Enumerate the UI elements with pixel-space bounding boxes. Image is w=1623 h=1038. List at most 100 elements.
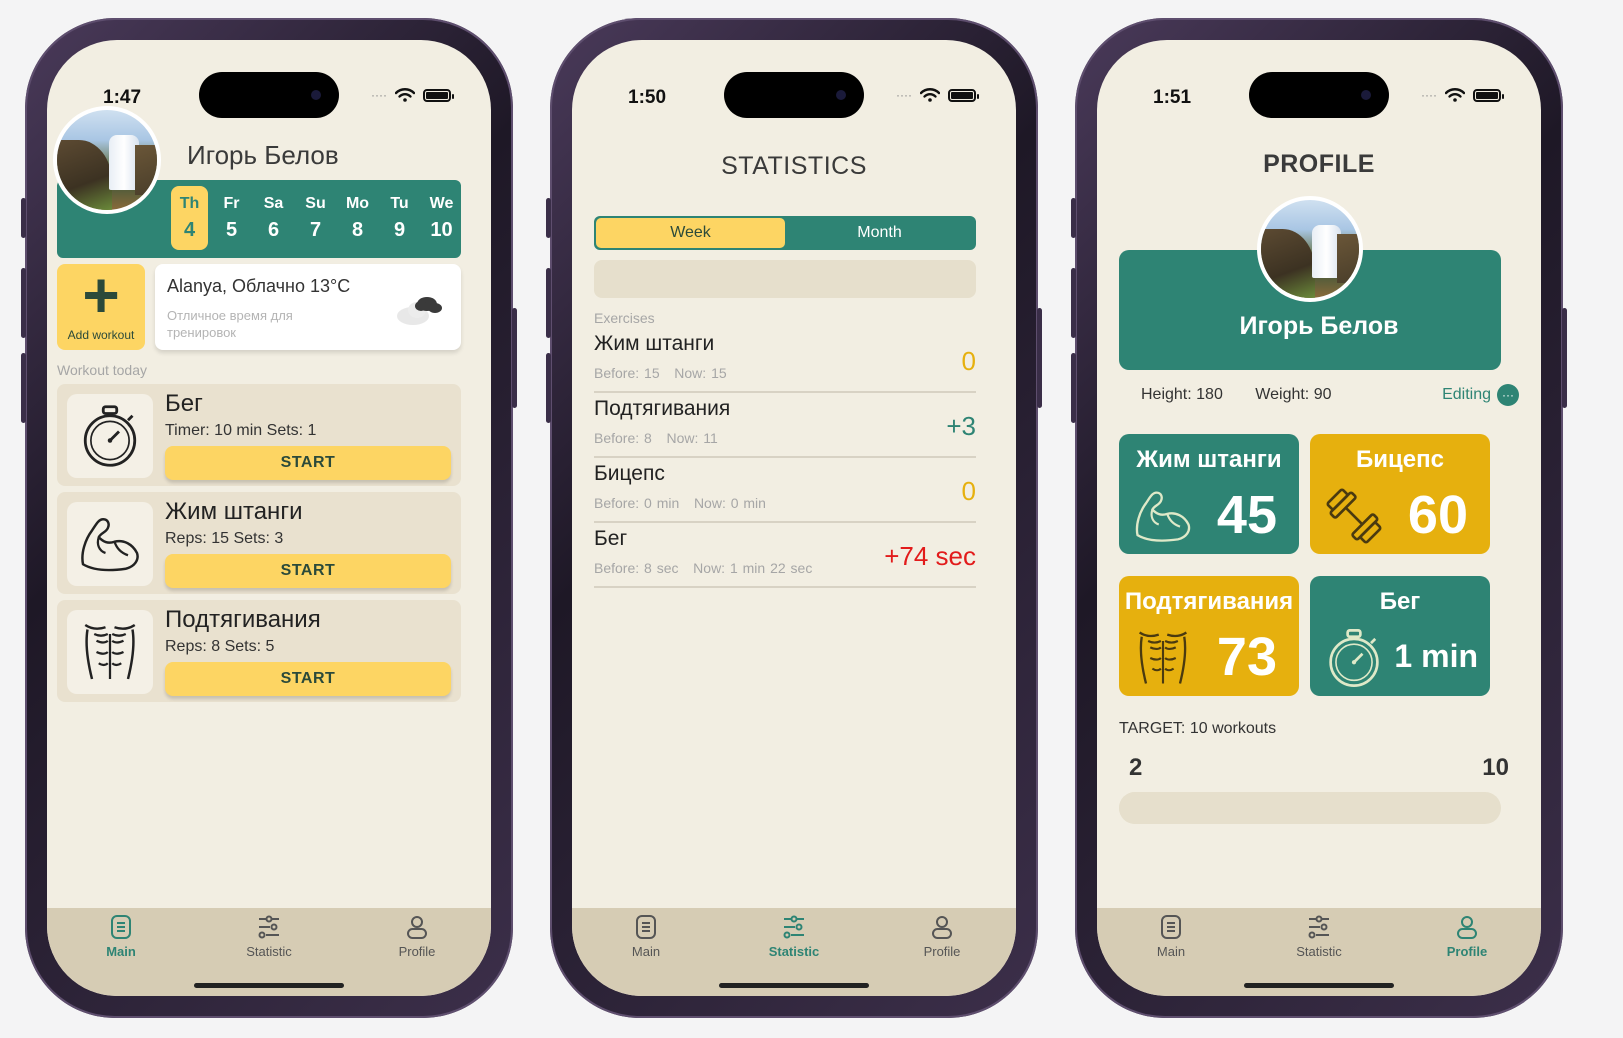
status-icons: ···· xyxy=(1421,88,1504,102)
day-name: Fr xyxy=(223,194,240,212)
more-icon: ··· xyxy=(1497,384,1519,406)
tab-label: Profile xyxy=(1446,944,1488,959)
signal-icon: ···· xyxy=(371,88,387,102)
day-name: Sa xyxy=(263,194,284,212)
day-we[interactable]: We 10 xyxy=(423,186,460,250)
day-mo[interactable]: Mo 8 xyxy=(339,186,376,250)
tile-title: Подтягивания xyxy=(1124,588,1294,615)
tab-label: Main xyxy=(1156,944,1186,959)
phone-statistics-screen: 1:50 ···· STATISTICS Week Month Exercise… xyxy=(546,18,1042,1018)
document-icon xyxy=(633,914,659,940)
workout-details: Reps: 15 Sets: 3 xyxy=(165,530,284,547)
signal-icon: ···· xyxy=(1421,88,1437,102)
avatar[interactable] xyxy=(53,106,161,214)
tab-label: Statistic xyxy=(1296,944,1342,959)
day-sa[interactable]: Sa 6 xyxy=(255,186,292,250)
statistics-screen: 1:50 ···· STATISTICS Week Month Exercise… xyxy=(572,40,1016,996)
battery-icon xyxy=(1473,88,1504,102)
exercise-before: Before: 8 xyxy=(594,430,652,446)
workout-details: Timer: 10 min Sets: 1 xyxy=(165,422,317,439)
chart-placeholder xyxy=(594,260,976,298)
signal-icon: ···· xyxy=(896,88,912,102)
tile-title: Жим штанги xyxy=(1136,446,1282,473)
exercise-delta: +74 sec xyxy=(884,541,976,571)
day-date: 6 xyxy=(267,218,280,241)
phone-profile-screen: 1:51 ···· PROFILE Игорь Белов Height: 18… xyxy=(1071,18,1567,1018)
target-label: TARGET: 10 workouts xyxy=(1119,720,1277,737)
tab-main[interactable]: Main xyxy=(1111,914,1231,996)
exercise-name: Подтягивания xyxy=(594,397,731,420)
home-indicator[interactable] xyxy=(194,983,344,988)
sliders-icon xyxy=(781,914,807,940)
exercise-before: Before: 15 xyxy=(594,365,660,381)
progress-max: 10 xyxy=(1482,754,1509,781)
exercise-name: Жим штанги xyxy=(594,332,715,355)
avatar[interactable] xyxy=(1257,196,1363,302)
progress-current: 2 xyxy=(1129,754,1143,781)
dynamic-island xyxy=(199,72,339,118)
status-time: 1:51 xyxy=(1153,87,1192,108)
tab-main[interactable]: Main xyxy=(586,914,706,996)
start-button[interactable]: START xyxy=(165,554,451,588)
add-workout-button[interactable]: + Add workout xyxy=(57,259,145,350)
abs-icon xyxy=(74,616,146,688)
stat-tile[interactable]: Жим штанги 45 xyxy=(1119,434,1299,554)
exercise-before-now: Before: 0 min Now: 0 min xyxy=(594,495,766,511)
bicep-icon xyxy=(74,508,146,580)
day-su[interactable]: Su 7 xyxy=(297,186,334,250)
tile-title: Бицепс xyxy=(1356,446,1444,473)
tab-profile[interactable]: Profile xyxy=(1407,914,1527,996)
phone-main-screen: 1:47 ···· Th 4 Fr 5 Sa 6 Su 7 Mo 8 Tu 9 We 10 Игорь Б… xyxy=(21,18,517,1018)
person-icon xyxy=(1454,914,1480,940)
tile-value: 45 xyxy=(1216,485,1277,545)
workout-card: Подтягивания Reps: 8 Sets: 5 START xyxy=(57,600,461,702)
weather-card: Alanya, Облачно 13°C Отличное время для … xyxy=(155,264,461,350)
profile-screen: 1:51 ···· PROFILE Игорь Белов Height: 18… xyxy=(1097,40,1541,996)
exercise-delta: 0 xyxy=(961,346,976,376)
home-indicator[interactable] xyxy=(1244,983,1394,988)
weather-subtitle: Отличное время для тренировок xyxy=(167,308,293,340)
user-name: Игорь Белов xyxy=(187,140,339,170)
tab-profile[interactable]: Profile xyxy=(882,914,1002,996)
workout-icon-box xyxy=(67,502,153,586)
workout-card: Бег Timer: 10 min Sets: 1 START xyxy=(57,384,461,486)
day-tu[interactable]: Tu 9 xyxy=(381,186,418,250)
day-name: Tu xyxy=(390,194,409,212)
progress-fill xyxy=(1119,792,1196,824)
battery-icon xyxy=(423,88,454,102)
tab-profile[interactable]: Profile xyxy=(357,914,477,996)
home-indicator[interactable] xyxy=(719,983,869,988)
workout-details: Reps: 8 Sets: 5 xyxy=(165,638,275,655)
start-button[interactable]: START xyxy=(165,446,451,480)
segment-month[interactable]: Month xyxy=(785,218,974,248)
day-date: 10 xyxy=(430,218,453,241)
day-date: 5 xyxy=(225,218,238,241)
exercise-now: Now: 1 min 22 sec xyxy=(693,560,813,576)
segment-week[interactable]: Week xyxy=(596,218,785,248)
editing-label: Editing xyxy=(1442,386,1491,403)
exercise-now: Now: 0 min xyxy=(693,495,766,511)
editing-button[interactable]: Editing ··· xyxy=(1442,384,1519,406)
stat-tile[interactable]: Бицепс 60 xyxy=(1310,434,1490,554)
tile-value: 73 xyxy=(1216,627,1277,687)
day-th[interactable]: Th 4 xyxy=(171,186,208,250)
person-icon xyxy=(929,914,955,940)
sliders-icon xyxy=(256,914,282,940)
tile-value: 1 min xyxy=(1394,638,1478,674)
person-icon xyxy=(404,914,430,940)
progress-numbers: 2 10 xyxy=(1129,754,1509,782)
cloud-icon xyxy=(397,297,442,325)
period-segmented-control: Week Month xyxy=(594,216,976,250)
tab-label: Statistic xyxy=(246,944,292,959)
day-fr[interactable]: Fr 5 xyxy=(213,186,250,250)
workout-title: Бег xyxy=(165,390,203,417)
add-workout-label: Add workout xyxy=(67,328,135,342)
tab-main[interactable]: Main xyxy=(61,914,181,996)
start-button[interactable]: START xyxy=(165,662,451,696)
stopwatch-icon xyxy=(74,400,146,472)
plus-icon: + xyxy=(82,259,120,331)
exercise-now: Now: 11 xyxy=(666,430,718,446)
stat-tile[interactable]: Бег 1 min xyxy=(1310,576,1490,696)
stat-tile[interactable]: Подтягивания 73 xyxy=(1119,576,1299,696)
day-name: Su xyxy=(305,194,326,212)
